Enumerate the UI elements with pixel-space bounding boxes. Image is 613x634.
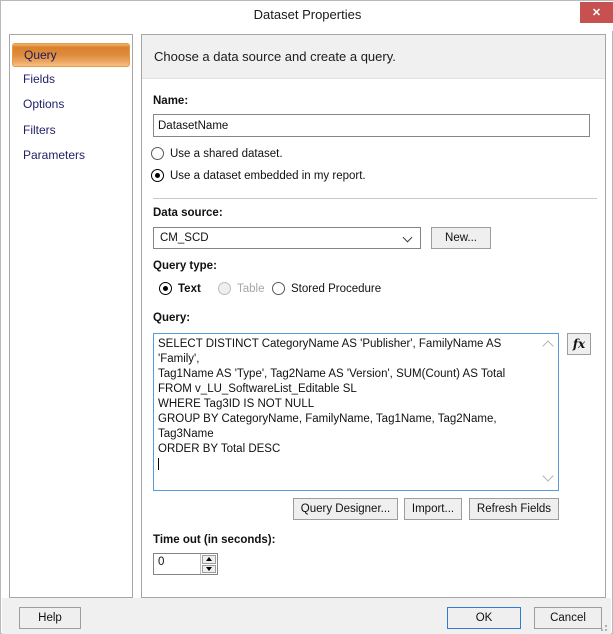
- new-data-source-button[interactable]: New...: [431, 227, 491, 249]
- embedded-dataset-radio[interactable]: Use a dataset embedded in my report.: [151, 169, 366, 182]
- panel-heading: Choose a data source and create a query.: [142, 35, 605, 79]
- shared-dataset-radio-label[interactable]: Use a shared dataset.: [170, 148, 283, 160]
- triangle-down-icon: [206, 567, 212, 571]
- dialog-title: Dataset Properties: [1, 7, 613, 22]
- radio-checked-icon[interactable]: [159, 282, 172, 295]
- query-designer-button[interactable]: Query Designer...: [293, 498, 398, 520]
- spinner-buttons: [200, 554, 217, 574]
- close-icon: ✕: [592, 6, 601, 19]
- name-label: Name:: [153, 95, 188, 107]
- title-bar: Dataset Properties ✕: [1, 1, 613, 31]
- scroll-up-icon[interactable]: [542, 340, 553, 351]
- query-type-table-radio: Table: [218, 282, 265, 295]
- data-source-dropdown[interactable]: CM_SCD: [153, 227, 421, 249]
- cancel-button[interactable]: Cancel: [534, 607, 602, 629]
- query-type-table-label: Table: [237, 283, 265, 295]
- sidebar-nav: Query Fields Options Filters Parameters: [9, 34, 133, 598]
- query-type-stored-procedure-radio[interactable]: Stored Procedure: [272, 282, 381, 295]
- help-button[interactable]: Help: [19, 607, 81, 629]
- radio-unchecked-icon[interactable]: [151, 147, 164, 160]
- ok-button[interactable]: OK: [447, 607, 521, 629]
- query-sql-editor[interactable]: SELECT DISTINCT CategoryName AS 'Publish…: [153, 333, 559, 491]
- query-type-text-radio[interactable]: Text: [159, 282, 201, 295]
- sidebar-item-parameters[interactable]: Parameters: [23, 148, 85, 164]
- import-button[interactable]: Import...: [404, 498, 462, 520]
- timeout-value[interactable]: 0: [154, 554, 200, 574]
- text-caret: [158, 458, 159, 470]
- timeout-label: Time out (in seconds):: [153, 534, 275, 546]
- name-input[interactable]: [153, 114, 590, 137]
- data-source-label: Data source:: [153, 207, 223, 219]
- fx-icon: fx: [573, 337, 585, 351]
- resize-grip-icon[interactable]: [599, 623, 607, 631]
- chevron-down-icon: [403, 233, 413, 243]
- data-source-selected-value: CM_SCD: [160, 232, 209, 244]
- footer-bar: Help OK Cancel: [2, 598, 611, 634]
- refresh-fields-button[interactable]: Refresh Fields: [469, 498, 559, 520]
- radio-checked-icon[interactable]: [151, 169, 164, 182]
- section-divider: [153, 198, 597, 199]
- timeout-spinner[interactable]: 0: [153, 553, 218, 575]
- query-sql-text: SELECT DISTINCT CategoryName AS 'Publish…: [158, 338, 505, 455]
- sidebar-item-query[interactable]: Query: [12, 43, 130, 67]
- query-label: Query:: [153, 312, 190, 324]
- scroll-down-icon[interactable]: [542, 470, 553, 481]
- sidebar-item-options[interactable]: Options: [23, 97, 64, 113]
- expression-fx-button[interactable]: fx: [567, 333, 591, 355]
- triangle-up-icon: [206, 557, 212, 561]
- query-type-text-label[interactable]: Text: [178, 283, 201, 295]
- panel-heading-text: Choose a data source and create a query.: [154, 49, 396, 64]
- spinner-up-button[interactable]: [202, 555, 216, 564]
- sidebar-item-fields[interactable]: Fields: [23, 72, 55, 88]
- sidebar-item-label: Query: [24, 48, 57, 62]
- query-type-stored-procedure-label[interactable]: Stored Procedure: [291, 283, 381, 295]
- main-panel: Choose a data source and create a query.…: [141, 34, 606, 598]
- sidebar-item-filters[interactable]: Filters: [23, 123, 56, 139]
- radio-unchecked-icon[interactable]: [272, 282, 285, 295]
- embedded-dataset-radio-label[interactable]: Use a dataset embedded in my report.: [170, 170, 366, 182]
- spinner-down-button[interactable]: [202, 565, 216, 574]
- radio-disabled-icon: [218, 282, 231, 295]
- dataset-properties-dialog: Dataset Properties ✕ Query Fields Option…: [0, 0, 613, 634]
- query-type-label: Query type:: [153, 260, 217, 272]
- close-button[interactable]: ✕: [580, 2, 613, 23]
- shared-dataset-radio[interactable]: Use a shared dataset.: [151, 147, 283, 160]
